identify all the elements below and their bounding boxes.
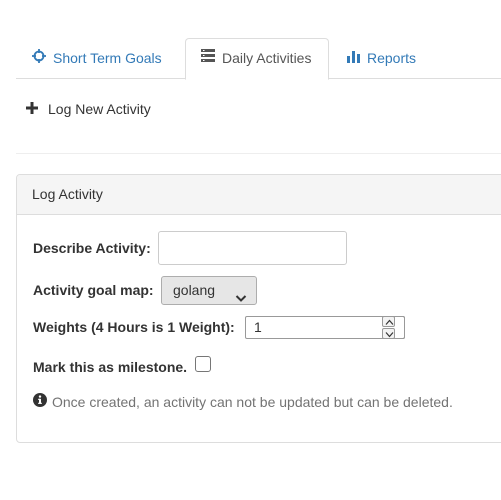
milestone-label: Mark this as milestone. <box>33 359 188 375</box>
activity-goal-map-select[interactable]: golang <box>161 276 257 305</box>
help-message: Once created, an activity can not be upd… <box>52 394 453 410</box>
divider <box>16 153 501 154</box>
weights-input[interactable]: 1 <box>245 316 405 339</box>
chevron-down-icon <box>235 285 247 312</box>
bar-chart-icon <box>347 38 360 78</box>
tab-label: Short Term Goals <box>53 50 162 66</box>
decrement-button[interactable] <box>382 328 395 339</box>
log-new-activity-label: Log New Activity <box>48 101 151 117</box>
describe-activity-label: Describe Activity: <box>33 240 151 256</box>
tab-reports[interactable]: Reports <box>332 38 431 79</box>
describe-activity-input[interactable] <box>158 231 347 265</box>
weights-label: Weights (4 Hours is 1 Weight): <box>33 319 235 335</box>
milestone-checkbox[interactable] <box>195 356 211 372</box>
selected-goal: golang <box>173 282 216 298</box>
nav-tabs: Short Term Goals Daily Activities Report… <box>16 38 501 80</box>
tab-daily-activities[interactable]: Daily Activities <box>185 38 329 80</box>
weights-input-edge <box>396 316 405 339</box>
tab-label: Reports <box>367 50 417 66</box>
increment-button[interactable] <box>382 316 395 327</box>
crosshairs-icon <box>32 38 46 78</box>
plus-icon <box>26 98 38 120</box>
list-icon <box>201 38 215 77</box>
tab-short-term-goals[interactable]: Short Term Goals <box>17 38 177 79</box>
chevron-down-icon <box>385 332 394 338</box>
weights-stepper[interactable] <box>382 316 395 339</box>
info-circle-icon <box>33 393 47 410</box>
panel-title: Log Activity <box>17 175 501 215</box>
chevron-up-icon <box>385 319 394 325</box>
log-activity-panel: Log Activity Describe Activity: Activity… <box>16 174 501 443</box>
log-new-activity-button[interactable]: Log New Activity <box>26 98 151 120</box>
tab-label: Daily Activities <box>222 50 312 66</box>
activity-goal-map-label: Activity goal map: <box>33 282 154 298</box>
help-text: Once created, an activity can not be upd… <box>33 393 453 410</box>
weights-value: 1 <box>254 319 262 335</box>
